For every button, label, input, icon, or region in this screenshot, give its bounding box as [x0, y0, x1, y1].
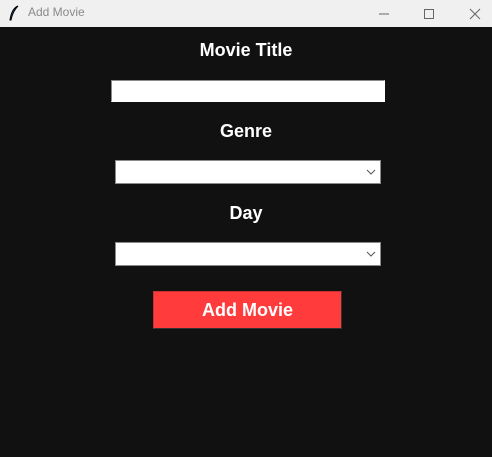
- minimize-icon: [379, 13, 389, 14]
- day-select[interactable]: [115, 242, 381, 266]
- genre-label: Genre: [219, 121, 273, 141]
- movie-title-input[interactable]: [111, 80, 385, 102]
- minimize-button[interactable]: [361, 0, 407, 27]
- close-button[interactable]: [452, 0, 492, 27]
- maximize-icon: [424, 8, 434, 19]
- add-movie-button[interactable]: Add Movie: [153, 291, 342, 329]
- genre-select[interactable]: [115, 160, 381, 184]
- chevron-down-icon: [366, 251, 376, 257]
- chevron-down-icon: [366, 169, 376, 175]
- close-icon: [469, 8, 481, 19]
- maximize-button[interactable]: [406, 0, 452, 27]
- movie-title-label: Movie Title: [199, 40, 293, 60]
- window-title: Add Movie: [28, 5, 85, 19]
- title-bar: Add Movie: [0, 0, 492, 27]
- day-label: Day: [229, 203, 263, 223]
- feather-icon: [9, 5, 19, 21]
